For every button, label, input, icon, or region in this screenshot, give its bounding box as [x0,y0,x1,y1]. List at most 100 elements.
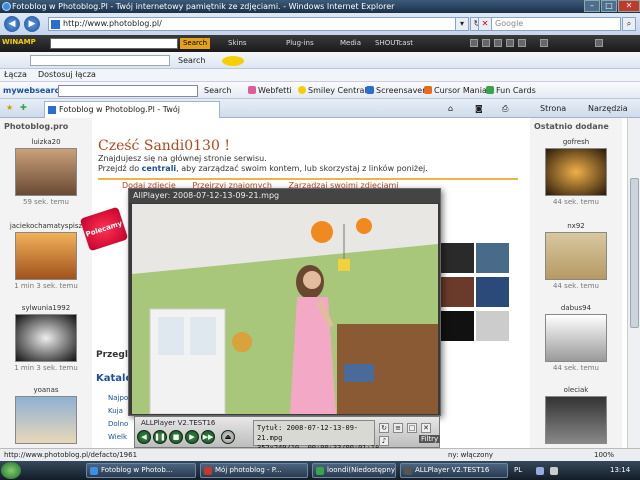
left-user-1[interactable]: luizka20 59 sek. temu [0,138,92,206]
repeat-icon[interactable]: ↻ [379,423,389,433]
user-photo[interactable] [15,396,77,444]
tools-menu[interactable]: Narzędzia [588,104,628,113]
address-input[interactable]: http://www.photoblog.pl/ [48,17,466,31]
grid-photo[interactable] [441,277,474,307]
play-icon[interactable] [482,39,490,47]
vertical-scrollbar[interactable] [627,118,640,456]
favorites-star-icon[interactable]: ★ [6,103,13,112]
fullscreen-icon[interactable]: □ [407,423,417,433]
web-search-input[interactable]: Google [491,17,621,31]
smiley-central-link[interactable]: Smiley Central [298,86,367,95]
task-loondi[interactable]: loondi(Niedostępny) [312,463,396,478]
user-photo[interactable] [545,314,607,362]
toolbar-search-button[interactable]: Search [178,56,205,65]
menu-shoutcast[interactable]: SHOUTcast [375,39,413,47]
menu-plugins[interactable]: Plug-ins [286,39,314,47]
smiley-icon[interactable] [222,56,244,66]
next-track-icon[interactable]: ▶▶ [201,430,215,444]
search-icon[interactable]: ⌕ [622,17,636,31]
window-title: Fotoblog w Photoblog.Pl - Twój interneto… [12,2,395,11]
volume-slider-icon[interactable]: ♪ [379,436,389,446]
tab-photoblog[interactable]: Fotoblog w Photoblog.Pl - Twój interneto… [44,101,220,129]
toolbar-search-input[interactable] [30,55,170,66]
grid-photo[interactable] [441,311,474,341]
user-photo[interactable] [15,232,77,280]
left-user-4[interactable]: yoanas [0,386,92,446]
katalog-item[interactable]: Dolno [108,418,137,431]
screensavers-link[interactable]: Screensavers [366,86,430,95]
next-icon[interactable] [518,39,526,47]
address-dropdown-icon[interactable]: ▾ [455,17,469,31]
start-button[interactable] [1,462,21,479]
back-icon[interactable]: ◀ [4,16,20,32]
right-user-1[interactable]: gofresh 44 sek. temu [530,138,622,206]
maximize-button[interactable]: □ [601,0,617,12]
links-bar: Łącza Dostosuj łącza [0,69,640,82]
close-button[interactable]: ✕ [618,0,640,12]
user-photo[interactable] [545,148,607,196]
playlist-icon[interactable]: ≡ [393,423,403,433]
network-icon[interactable] [536,467,544,475]
customize-links[interactable]: Dostosuj łącza [38,69,96,81]
left-user-3[interactable]: sylwunia1992 1 min 3 sek. temu [0,304,92,372]
user-photo[interactable] [15,148,77,196]
fun-cards-link[interactable]: Fun Cards [486,86,536,95]
prev-icon[interactable] [470,39,478,47]
speaker-icon[interactable] [550,467,558,475]
section-katalog: Katalo [96,373,133,384]
right-user-3[interactable]: dabus94 44 sek. temu [530,304,622,372]
grid-photo[interactable] [476,311,509,341]
right-user-2[interactable]: nx92 44 sek. temu [530,222,622,290]
cursor-mania-link[interactable]: Cursor Mania [424,86,487,95]
grid-photo[interactable] [441,243,474,273]
winamp-search-input[interactable] [50,38,178,49]
language-indicator[interactable]: PL [514,463,522,478]
menu-media[interactable]: Media [340,39,361,47]
centrala-link[interactable]: centrali [142,164,177,173]
eject-icon[interactable]: ⏏ [221,430,235,444]
player-close-icon[interactable]: ✕ [421,423,431,433]
zoom-level[interactable]: 100% [594,449,614,461]
user-photo[interactable] [545,396,607,444]
rss-icon[interactable]: ◙ [475,104,483,113]
settings-icon[interactable] [595,39,603,47]
user-photo[interactable] [15,314,77,362]
allplayer-window[interactable]: AllPlayer: 2008-07-12-13-09-21.mpg [128,188,441,416]
window-titlebar[interactable]: Fotoblog w Photoblog.Pl - Twój interneto… [0,0,640,13]
grid-photo[interactable] [476,277,509,307]
scrollbar-thumb[interactable] [630,178,639,328]
play-button[interactable]: ▶ [185,430,199,444]
print-icon[interactable]: ⎙ [502,104,508,114]
minimize-button[interactable]: – [584,0,600,12]
right-user-4[interactable]: oleciak [530,386,622,446]
prev-track-icon[interactable]: ◀ [137,430,151,444]
home-icon[interactable]: ⌂ [448,104,453,113]
pause-button[interactable]: ❚❚ [153,430,167,444]
page-menu[interactable]: Strona [540,104,566,113]
stop-button[interactable]: ■ [169,430,183,444]
filters-button[interactable]: Filtry [419,435,441,443]
webfetti-icon [248,86,256,94]
grid-photo[interactable] [476,243,509,273]
add-favorite-icon[interactable]: ✚ [20,103,27,112]
clock[interactable]: 13:14 [610,463,630,478]
left-user-2[interactable]: jaciekochamatyspisz 1 min 3 sek. temu [0,222,92,290]
katalog-item[interactable]: Wielk [108,431,137,444]
pause-icon[interactable] [494,39,502,47]
menu-skins[interactable]: Skins [228,39,247,47]
task-fotoblog[interactable]: Fotoblog w Photob... [86,463,196,478]
video-frame[interactable] [132,204,438,414]
task-moj-photoblog[interactable]: Mój photoblog - P... [200,463,308,478]
volume-icon[interactable] [540,39,548,47]
winamp-search-button[interactable]: Search [180,38,210,49]
divider [98,178,518,180]
user-photo[interactable] [545,232,607,280]
mywebsearch-input[interactable] [58,85,198,97]
mywebsearch-search-button[interactable]: Search [204,86,231,95]
stop-media-icon[interactable] [506,39,514,47]
task-allplayer[interactable]: ALLPlayer V2.TEST16 [400,463,508,478]
stop-icon[interactable]: ✕ [478,17,492,31]
forward-icon[interactable]: ▶ [24,16,40,32]
links-label[interactable]: Łącza [4,69,27,81]
webfetti-link[interactable]: Webfetti [248,86,292,95]
